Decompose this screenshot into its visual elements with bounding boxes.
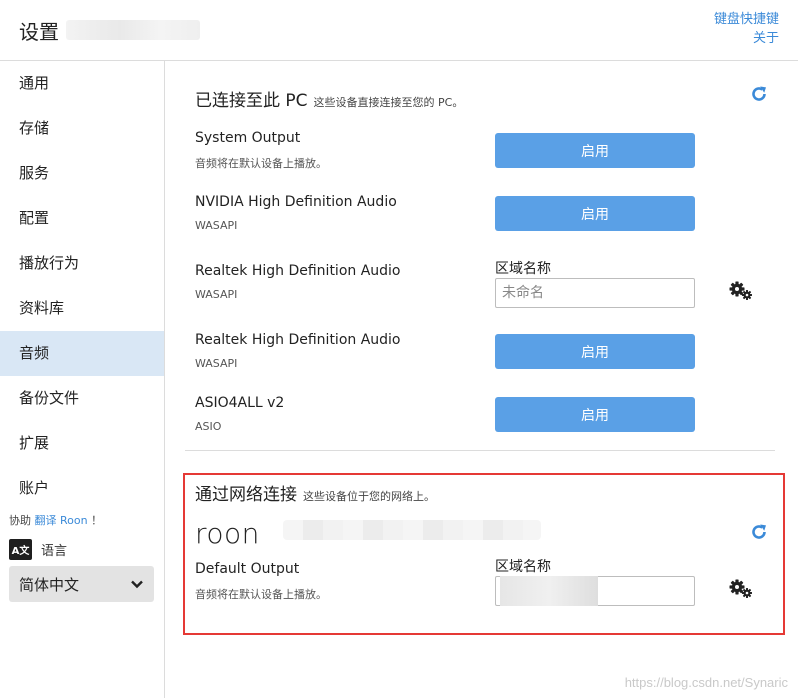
local-section-title: 已连接至此 PC 这些设备直接连接至您的 PC。 — [195, 86, 463, 111]
sidebar-item-library[interactable]: 资料库 — [0, 286, 164, 331]
enable-button[interactable]: 启用 — [495, 133, 695, 168]
keyboard-shortcuts-link[interactable]: 键盘快捷键 — [714, 10, 779, 29]
settings-gear-icon[interactable] — [728, 280, 754, 302]
blurred-title-region — [66, 20, 200, 40]
watermark: https://blog.csdn.net/Synaric — [624, 675, 788, 690]
header-links: 键盘快捷键 关于 — [714, 10, 779, 48]
translate-help: 协助 翻译 Roon ！ — [9, 512, 102, 528]
device-subtitle: 音频将在默认设备上播放。 — [195, 157, 327, 170]
page-title: 设置 — [19, 20, 59, 44]
sidebar-item-backups[interactable]: 备份文件 — [0, 376, 164, 421]
sidebar-item-extensions[interactable]: 扩展 — [0, 421, 164, 466]
sidebar-item-playback[interactable]: 播放行为 — [0, 241, 164, 286]
network-section-heading: 通过网络连接 — [195, 485, 297, 505]
device-name: ASIO4ALL v2 — [195, 395, 285, 411]
sidebar-item-audio[interactable]: 音频 — [0, 331, 164, 376]
enable-button[interactable]: 启用 — [495, 397, 695, 432]
network-section-title: 通过网络连接 这些设备位于您的网络上。 — [195, 480, 435, 505]
device-name: NVIDIA High Definition Audio — [195, 194, 397, 210]
about-link[interactable]: 关于 — [714, 29, 779, 48]
device-subtitle: WASAPI — [195, 219, 238, 232]
header: 设置 键盘快捷键 关于 — [0, 0, 798, 61]
device-name: Realtek High Definition Audio — [195, 263, 401, 279]
sidebar-item-services[interactable]: 服务 — [0, 151, 164, 196]
sidebar-item-general[interactable]: 通用 — [0, 61, 164, 106]
language-select[interactable]: 简体中文 — [9, 566, 154, 602]
zone-name-label: 区域名称 — [495, 261, 551, 277]
language-selected-value: 简体中文 — [19, 575, 80, 594]
sidebar-item-account[interactable]: 账户 — [0, 466, 164, 511]
translate-icon: A文 — [9, 539, 32, 560]
enable-button[interactable]: 启用 — [495, 334, 695, 369]
blurred-core-name — [283, 520, 541, 540]
help-suffix: ！ — [91, 514, 103, 527]
refresh-icon[interactable] — [750, 85, 768, 103]
sidebar-item-setup[interactable]: 配置 — [0, 196, 164, 241]
enable-button[interactable]: 启用 — [495, 196, 695, 231]
language-row: A文 语言 — [9, 539, 67, 560]
translate-roon-link[interactable]: 翻译 Roon — [35, 514, 88, 527]
device-subtitle: ASIO — [195, 420, 222, 433]
device-name: Default Output — [195, 561, 300, 577]
main-content: 已连接至此 PC 这些设备直接连接至您的 PC。 System Output 音频… — [165, 61, 798, 698]
settings-gear-icon[interactable] — [728, 578, 754, 600]
local-section-heading: 已连接至此 PC — [195, 91, 308, 111]
device-name: System Output — [195, 130, 301, 146]
device-subtitle: WASAPI — [195, 357, 238, 370]
device-subtitle: WASAPI — [195, 288, 238, 301]
section-divider — [185, 450, 775, 451]
local-section-subtitle: 这些设备直接连接至您的 PC。 — [313, 96, 464, 109]
sidebar-item-storage[interactable]: 存储 — [0, 106, 164, 151]
sidebar: 通用 存储 服务 配置 播放行为 资料库 音频 备份文件 扩展 账户 协助 翻译… — [0, 61, 165, 698]
zone-name-input[interactable] — [495, 278, 695, 308]
help-prefix: 协助 — [9, 514, 31, 527]
refresh-icon[interactable] — [750, 523, 768, 541]
device-subtitle: 音频将在默认设备上播放。 — [195, 588, 327, 601]
network-section-subtitle: 这些设备位于您的网络上。 — [303, 490, 435, 503]
language-label: 语言 — [41, 544, 68, 559]
chevron-down-icon — [131, 580, 143, 589]
blurred-zone-value — [500, 576, 598, 606]
roon-logo: roon — [195, 517, 260, 550]
zone-name-label: 区域名称 — [495, 559, 551, 575]
device-name: Realtek High Definition Audio — [195, 332, 401, 348]
